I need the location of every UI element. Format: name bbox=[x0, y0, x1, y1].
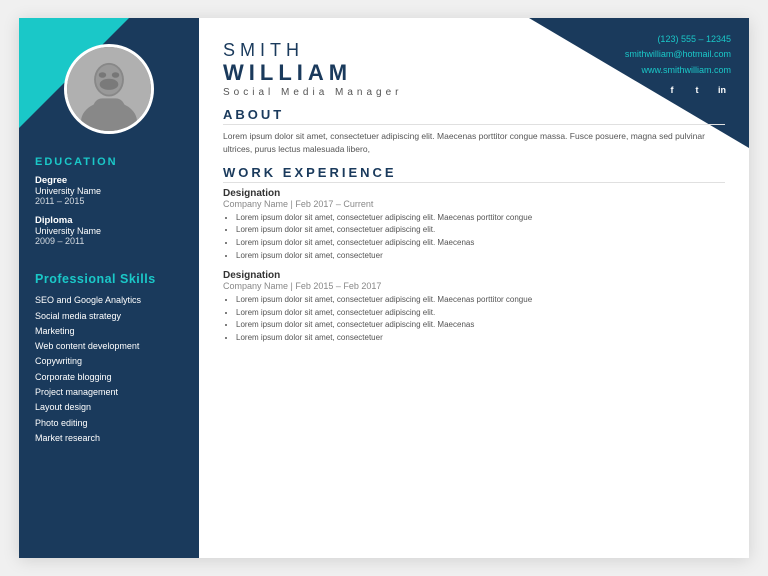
bullet-item: Lorem ipsum dolor sit amet, consectetuer bbox=[236, 250, 725, 263]
education-section: EDUCATION Degree University Name 2011 – … bbox=[19, 146, 199, 265]
bullet-item: Lorem ipsum dolor sit amet, consectetuer… bbox=[236, 294, 725, 307]
work-company: Company Name | Feb 2017 – Current bbox=[223, 199, 725, 209]
bullet-item: Lorem ipsum dolor sit amet, consectetuer… bbox=[236, 224, 725, 237]
social-icon[interactable]: t bbox=[688, 81, 706, 99]
work-items: Designation Company Name | Feb 2017 – Cu… bbox=[223, 188, 725, 345]
education-title: EDUCATION bbox=[35, 156, 183, 168]
bullet-item: Lorem ipsum dolor sit amet, consectetuer bbox=[236, 332, 725, 345]
skill-item: Social media strategy bbox=[35, 309, 183, 324]
work-bullets: Lorem ipsum dolor sit amet, consectetuer… bbox=[223, 294, 725, 345]
work-bullets: Lorem ipsum dolor sit amet, consectetuer… bbox=[223, 212, 725, 263]
edu-label: Diploma bbox=[35, 215, 183, 226]
work-item: Designation Company Name | Feb 2015 – Fe… bbox=[223, 270, 725, 345]
email: smithwilliam@hotmail.com bbox=[625, 47, 731, 62]
education-item: Diploma University Name 2009 – 2011 bbox=[35, 215, 183, 246]
bullet-item: Lorem ipsum dolor sit amet, consectetuer… bbox=[236, 307, 725, 320]
work-company: Company Name | Feb 2015 – Feb 2017 bbox=[223, 281, 725, 291]
edu-name: University Name bbox=[35, 226, 183, 236]
skill-item: Web content development bbox=[35, 339, 183, 354]
work-item: Designation Company Name | Feb 2017 – Cu… bbox=[223, 188, 725, 263]
about-text: Lorem ipsum dolor sit amet, consectetuer… bbox=[223, 130, 725, 156]
sidebar: EDUCATION Degree University Name 2011 – … bbox=[19, 18, 199, 558]
resume-container: EDUCATION Degree University Name 2011 – … bbox=[19, 18, 749, 558]
skill-item: Layout design bbox=[35, 400, 183, 415]
social-icons: ftin bbox=[625, 81, 731, 99]
skills-list: SEO and Google AnalyticsSocial media str… bbox=[35, 293, 183, 446]
work-designation: Designation bbox=[223, 188, 725, 199]
work-designation: Designation bbox=[223, 270, 725, 281]
avatar bbox=[64, 44, 154, 134]
edu-year: 2009 – 2011 bbox=[35, 236, 183, 246]
skill-item: Project management bbox=[35, 385, 183, 400]
contact-block: (123) 555 – 12345 smithwilliam@hotmail.c… bbox=[625, 32, 731, 99]
skill-item: Corporate blogging bbox=[35, 370, 183, 385]
about-section-title: ABOUT bbox=[223, 107, 725, 125]
edu-year: 2011 – 2015 bbox=[35, 196, 183, 206]
bullet-item: Lorem ipsum dolor sit amet, consectetuer… bbox=[236, 212, 725, 225]
skill-item: Photo editing bbox=[35, 416, 183, 431]
work-section-title: WORK EXPERIENCE bbox=[223, 165, 725, 183]
skill-item: Copywriting bbox=[35, 354, 183, 369]
edu-label: Degree bbox=[35, 175, 183, 186]
bullet-item: Lorem ipsum dolor sit amet, consectetuer… bbox=[236, 237, 725, 250]
website: www.smithwilliam.com bbox=[625, 63, 731, 78]
bullet-item: Lorem ipsum dolor sit amet, consectetuer… bbox=[236, 319, 725, 332]
skill-item: SEO and Google Analytics bbox=[35, 293, 183, 308]
skills-title: Professional Skills bbox=[35, 271, 183, 287]
social-icon[interactable]: f bbox=[663, 81, 681, 99]
education-item: Degree University Name 2011 – 2015 bbox=[35, 175, 183, 206]
main-content: (123) 555 – 12345 smithwilliam@hotmail.c… bbox=[199, 18, 749, 558]
skill-item: Market research bbox=[35, 431, 183, 446]
phone: (123) 555 – 12345 bbox=[625, 32, 731, 47]
skill-item: Marketing bbox=[35, 324, 183, 339]
social-icon[interactable]: in bbox=[713, 81, 731, 99]
skills-section: Professional Skills SEO and Google Analy… bbox=[19, 265, 199, 456]
edu-name: University Name bbox=[35, 186, 183, 196]
